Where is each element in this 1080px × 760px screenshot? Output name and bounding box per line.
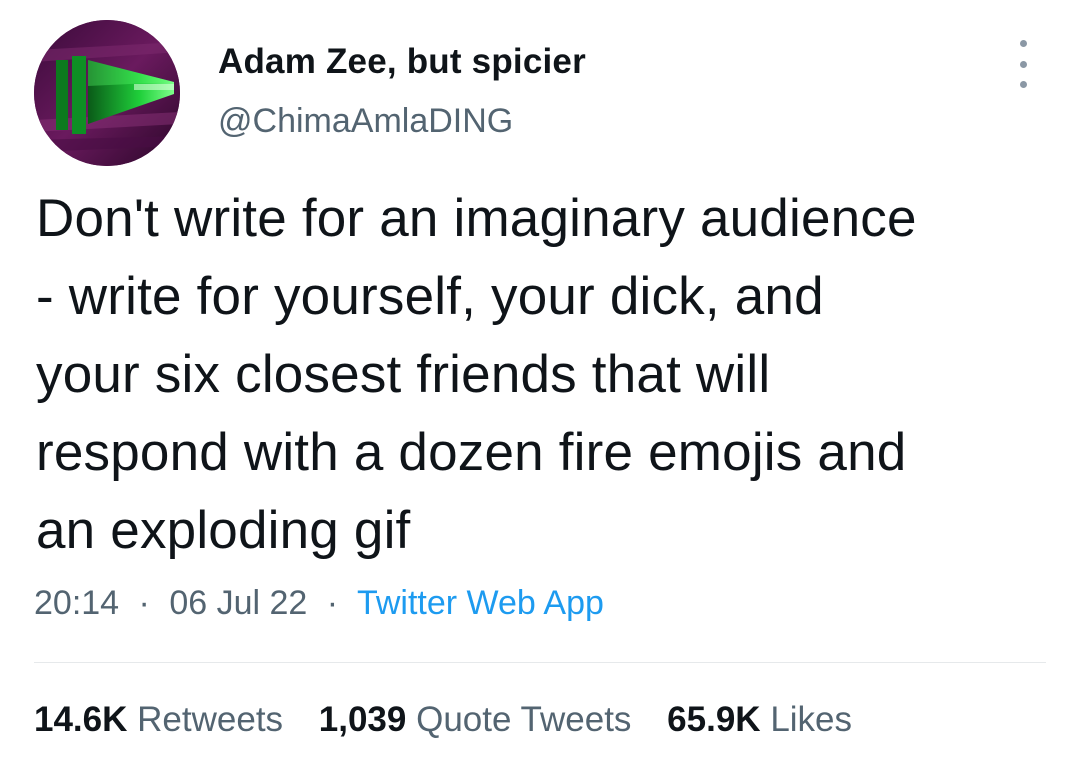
quote-tweets-label: Quote Tweets bbox=[416, 700, 632, 739]
tweet-meta: 20:14 · 06 Jul 22 · Twitter Web App bbox=[34, 584, 604, 623]
more-options-icon[interactable] bbox=[1008, 40, 1038, 88]
more-dot bbox=[1019, 40, 1027, 47]
quote-tweets-stat[interactable]: 1,039 Quote Tweets bbox=[319, 700, 641, 739]
avatar[interactable] bbox=[34, 20, 180, 166]
quote-tweets-count: 1,039 bbox=[318, 700, 407, 739]
likes-label: Likes bbox=[770, 700, 853, 739]
display-name[interactable]: Adam Zee, but spicier bbox=[218, 42, 586, 82]
user-handle[interactable]: @ChimaAmlaDING bbox=[218, 102, 513, 141]
meta-separator: · bbox=[326, 584, 339, 622]
likes-count: 65.9K bbox=[667, 700, 761, 739]
divider bbox=[34, 662, 1046, 663]
more-dot bbox=[1019, 60, 1027, 68]
retweets-label: Retweets bbox=[137, 700, 284, 739]
likes-stat[interactable]: 65.9K Likes bbox=[667, 700, 852, 739]
tweet-date[interactable]: 06 Jul 22 bbox=[169, 584, 307, 622]
tweet-card: Adam Zee, but spicier @ChimaAmlaDING Don… bbox=[0, 0, 1080, 760]
retweets-stat[interactable]: 14.6K Retweets bbox=[34, 700, 293, 739]
retweets-count: 14.6K bbox=[34, 700, 128, 739]
meta-separator: · bbox=[138, 584, 150, 622]
more-dot bbox=[1019, 81, 1027, 88]
tweet-source-link[interactable]: Twitter Web App bbox=[357, 584, 604, 622]
green-spear-avatar-icon bbox=[34, 20, 180, 166]
tweet-text: Don't write for an imaginary audience - … bbox=[36, 189, 917, 560]
tweet-stats: 14.6K Retweets 1,039 Quote Tweets 65.9K … bbox=[34, 700, 878, 740]
tweet-time[interactable]: 20:14 bbox=[34, 584, 119, 622]
